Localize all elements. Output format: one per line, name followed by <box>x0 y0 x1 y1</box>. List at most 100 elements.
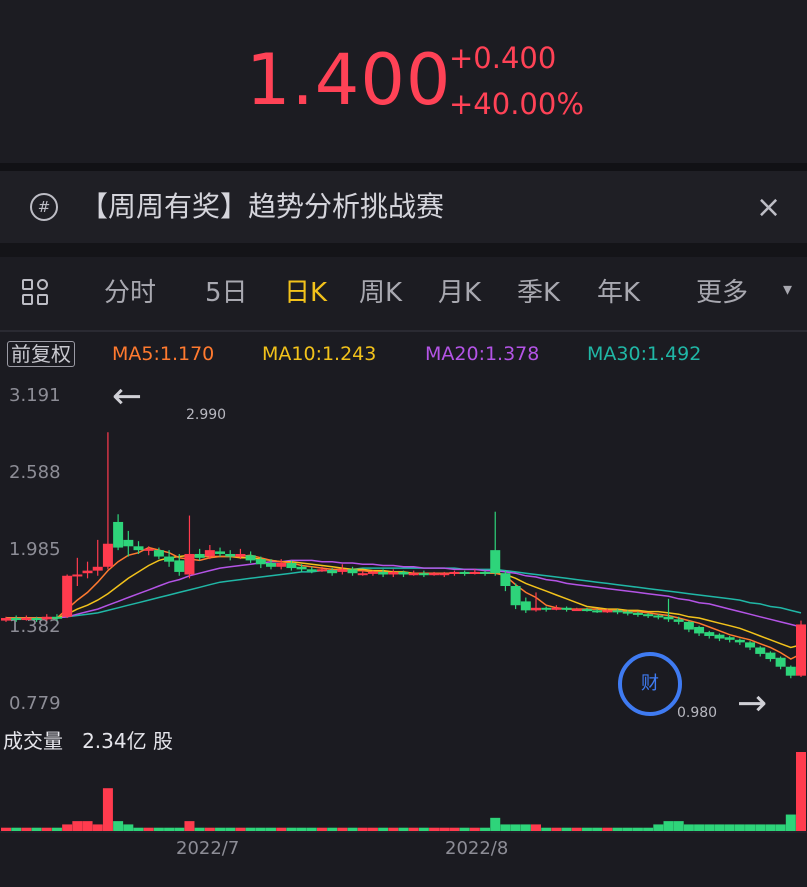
volume-bar <box>306 827 317 831</box>
hash-circle-icon: # <box>30 193 58 221</box>
last-price: 1.400 <box>246 39 452 121</box>
scroll-left-arrow-icon[interactable]: ← <box>112 379 142 415</box>
volume-bar <box>469 827 480 831</box>
section-divider <box>0 243 807 257</box>
candle-body <box>531 607 541 611</box>
volume-bar <box>286 827 297 831</box>
candle-body <box>367 571 378 574</box>
volume-bar <box>429 827 440 831</box>
candle-body <box>316 569 327 572</box>
volume-bar <box>581 827 592 831</box>
volume-bar <box>663 821 674 831</box>
candle-body <box>643 614 654 617</box>
tab-more[interactable]: 更多 <box>696 274 748 312</box>
layout-grid-icon[interactable] <box>22 279 54 311</box>
candle-body <box>500 573 511 587</box>
candle-body <box>734 639 745 643</box>
candle-body <box>72 574 83 577</box>
tab-5day[interactable]: 5日 <box>205 274 248 312</box>
candle-body <box>683 621 694 630</box>
candle-body <box>194 553 205 558</box>
price-adjust-toggle[interactable]: 前复权 <box>7 341 75 367</box>
y-tick-label: 1.985 <box>9 539 61 560</box>
volume-bar <box>357 827 368 831</box>
tab-weekly-k[interactable]: 周K <box>359 274 402 312</box>
volume-bar <box>622 827 633 831</box>
candle-body <box>266 562 276 567</box>
volume-header: 成交量 2.34亿 股 <box>3 727 173 755</box>
candle-body <box>490 550 501 574</box>
candle-body <box>102 543 113 567</box>
volume-bar <box>531 824 541 831</box>
candle-body <box>153 550 164 557</box>
volume-bar <box>62 824 73 831</box>
volume-bar <box>571 827 582 831</box>
volume-bar <box>102 788 113 831</box>
candle-body <box>164 556 175 562</box>
volume-bar <box>500 824 511 831</box>
volume-bar <box>347 827 358 831</box>
volume-bar <box>418 827 429 831</box>
volume-bar <box>255 827 266 831</box>
promo-banner-text[interactable]: 【周周有奖】趋势分析挑战赛 <box>80 188 444 226</box>
tab-quarterly-k[interactable]: 季K <box>517 274 560 312</box>
volume-bar <box>41 827 52 831</box>
volume-bar <box>745 824 756 831</box>
volume-bar <box>490 817 501 831</box>
candle-body <box>337 569 348 572</box>
volume-bar <box>337 827 348 831</box>
volume-bar <box>1 827 11 831</box>
tab-daily-k[interactable]: 日K <box>284 274 327 312</box>
volume-bar <box>683 824 694 831</box>
candle-body <box>306 569 317 572</box>
volume-bar <box>11 827 22 831</box>
volume-bar <box>194 827 205 831</box>
volume-bar <box>755 824 766 831</box>
candle-body <box>785 666 796 676</box>
tab-intraday[interactable]: 分时 <box>104 274 156 312</box>
section-divider <box>0 330 807 332</box>
ma30-line <box>6 567 802 619</box>
volume-bar <box>72 821 83 831</box>
ma5-legend: MA5:1.170 <box>112 343 215 365</box>
volume-bar <box>694 824 705 831</box>
candle-body <box>327 570 338 574</box>
candle-body <box>510 586 521 606</box>
tab-monthly-k[interactable]: 月K <box>438 274 481 312</box>
scroll-right-arrow-icon[interactable]: → <box>737 686 767 722</box>
financial-event-badge[interactable]: 财 <box>618 652 682 716</box>
volume-bar <box>215 827 226 831</box>
candle-body <box>469 571 480 574</box>
candle-body <box>551 607 562 610</box>
volume-bar <box>673 821 684 831</box>
candle-body <box>775 657 786 667</box>
candle-body <box>418 573 429 576</box>
candle-body <box>255 559 266 565</box>
volume-bar <box>643 827 654 831</box>
section-divider <box>0 163 807 171</box>
candle-body <box>82 570 93 574</box>
candle-body <box>276 562 287 567</box>
candle-body <box>215 551 226 554</box>
volume-bar <box>235 827 246 831</box>
tab-yearly-k[interactable]: 年K <box>597 274 640 312</box>
candle-body <box>347 569 358 574</box>
volume-bar <box>123 824 134 831</box>
volume-bar <box>113 821 124 831</box>
candle-body <box>520 601 531 611</box>
y-tick-label: 2.588 <box>9 462 61 483</box>
volume-bar <box>245 827 256 831</box>
chevron-down-icon[interactable]: ▾ <box>783 279 792 300</box>
volume-bar <box>398 827 409 831</box>
close-icon[interactable]: × <box>756 190 781 226</box>
volume-bar <box>602 827 613 831</box>
candle-body <box>225 553 236 557</box>
volume-bar <box>775 824 786 831</box>
x-tick-label: 2022/8 <box>445 838 509 859</box>
volume-bar <box>480 827 491 831</box>
candle-body <box>113 521 124 548</box>
y-tick-label: 0.779 <box>9 693 61 714</box>
volume-title: 成交量 <box>3 729 63 753</box>
candle-body <box>378 571 389 575</box>
volume-bar <box>143 827 154 831</box>
